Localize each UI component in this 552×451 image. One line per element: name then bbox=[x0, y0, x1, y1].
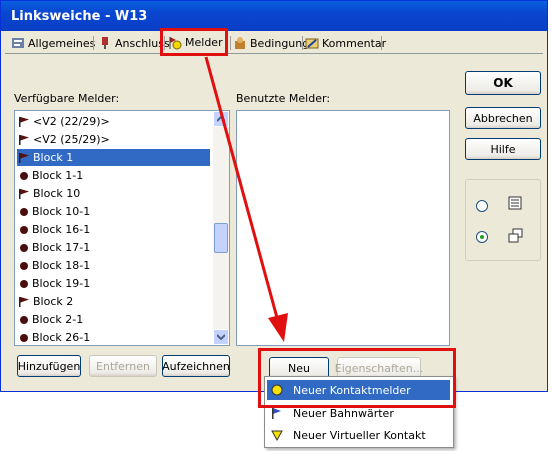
flag-icon bbox=[19, 116, 29, 127]
tab-allgemeines[interactable]: Allgemeines bbox=[11, 33, 95, 53]
list-item[interactable]: Block 16-1 bbox=[17, 221, 210, 238]
list-item[interactable]: Block 18-1 bbox=[17, 257, 210, 274]
list-item[interactable]: Block 1 bbox=[17, 149, 210, 166]
settings-icon bbox=[12, 38, 24, 48]
menu-item-virtueller-kontakt[interactable]: Neuer Virtueller Kontakt bbox=[267, 425, 450, 445]
chevron-down-icon bbox=[217, 334, 225, 340]
menu-item-label: Neuer Virtueller Kontakt bbox=[293, 428, 426, 442]
list-item[interactable]: <V2 (22/29)> bbox=[17, 113, 210, 130]
remove-button[interactable]: Entfernen bbox=[89, 355, 157, 377]
window-title: Linksweiche - W13 bbox=[11, 9, 148, 24]
list-item-label: Block 1 bbox=[33, 151, 74, 164]
available-listbox[interactable]: <V2 (22/29)> <V2 (25/29)> Block 1 Block 1-1… bbox=[14, 110, 230, 346]
scroll-down-button[interactable] bbox=[213, 329, 229, 345]
list-view-radio[interactable] bbox=[476, 200, 488, 212]
contact-dot-icon bbox=[20, 279, 28, 288]
contact-dot-icon bbox=[20, 333, 28, 342]
tab-anschluss[interactable]: Anschluss bbox=[98, 33, 170, 53]
list-item-label: Block 2 bbox=[33, 295, 74, 308]
contact-dot-icon bbox=[20, 315, 28, 324]
connector-icon bbox=[102, 37, 108, 49]
dialog-window: Linksweiche - W13 Allgemeines Anschluss … bbox=[0, 0, 548, 392]
title-bar[interactable]: Linksweiche - W13 bbox=[1, 1, 547, 31]
flag-icon bbox=[272, 408, 281, 419]
chevron-up-icon bbox=[217, 116, 225, 122]
tab-bar: Allgemeines Anschluss Melder Bedingung K… bbox=[5, 32, 545, 54]
flag-icon bbox=[19, 134, 29, 145]
tile-icon bbox=[508, 228, 523, 243]
list-item[interactable]: Block 2-1 bbox=[17, 311, 210, 328]
icon-view-radio[interactable] bbox=[476, 231, 488, 243]
flag-icon bbox=[19, 296, 29, 307]
list-item[interactable]: Block 19-1 bbox=[17, 275, 210, 292]
list-item[interactable]: Block 17-1 bbox=[17, 239, 210, 256]
list-item-label: Block 10-1 bbox=[32, 205, 91, 218]
scroll-thumb[interactable] bbox=[214, 223, 228, 253]
add-button[interactable]: Hinzufügen bbox=[17, 355, 81, 377]
used-label: Benutzte Melder: bbox=[236, 92, 331, 105]
tab-bedingung[interactable]: Bedingung bbox=[233, 33, 309, 53]
list-item[interactable]: Block 10-1 bbox=[17, 203, 210, 220]
tab-highlight-box bbox=[160, 28, 228, 56]
ok-button[interactable]: OK bbox=[465, 71, 541, 95]
contact-dot-icon bbox=[20, 207, 28, 216]
tab-kommentar[interactable]: Kommentar bbox=[305, 33, 386, 53]
condition-icon bbox=[235, 37, 245, 49]
tab-label: Kommentar bbox=[322, 36, 387, 50]
triangle-icon bbox=[271, 430, 283, 441]
list-item[interactable]: Block 26-1 bbox=[17, 329, 210, 346]
contact-dot-icon bbox=[20, 171, 28, 180]
list-item-label: Block 10 bbox=[33, 187, 81, 200]
menu-item-label: Neuer Bahnwärter bbox=[293, 406, 394, 420]
list-item-label: Block 26-1 bbox=[32, 331, 91, 344]
list-item-label: <V2 (22/29)> bbox=[33, 115, 110, 128]
list-item-label: Block 1-1 bbox=[32, 169, 84, 182]
available-label: Verfügbare Melder: bbox=[14, 92, 120, 105]
list-item-label: Block 19-1 bbox=[32, 277, 91, 290]
list-item[interactable]: Block 10 bbox=[17, 185, 210, 202]
used-listbox[interactable] bbox=[236, 110, 450, 346]
vertical-scrollbar[interactable] bbox=[213, 111, 229, 345]
scroll-up-button[interactable] bbox=[213, 111, 229, 127]
view-groupbox bbox=[465, 179, 541, 261]
list-item-label: Block 16-1 bbox=[32, 223, 91, 236]
contact-dot-icon bbox=[20, 243, 28, 252]
flag-icon bbox=[19, 152, 29, 163]
list-icon bbox=[508, 196, 522, 210]
flag-icon bbox=[19, 188, 29, 199]
cancel-button[interactable]: Abbrechen bbox=[465, 107, 541, 129]
list-item-label: Block 18-1 bbox=[32, 259, 91, 272]
tab-label: Allgemeines bbox=[28, 36, 96, 50]
contact-dot-icon bbox=[20, 225, 28, 234]
tab-panel-border bbox=[5, 53, 543, 54]
contact-dot-icon bbox=[20, 261, 28, 270]
menu-highlight-box bbox=[258, 348, 456, 408]
comment-icon bbox=[305, 38, 319, 49]
list-item[interactable]: <V2 (25/29)> bbox=[17, 131, 210, 148]
help-button[interactable]: Hilfe bbox=[465, 138, 541, 160]
list-item[interactable]: Block 2 bbox=[17, 293, 210, 310]
list-item-label: <V2 (25/29)> bbox=[33, 133, 110, 146]
record-button[interactable]: Aufzeichnen bbox=[162, 355, 230, 377]
list-item-label: Block 2-1 bbox=[32, 313, 84, 326]
list-item-label: Block 17-1 bbox=[32, 241, 91, 254]
tab-label: Bedingung bbox=[250, 36, 310, 50]
list-item[interactable]: Block 1-1 bbox=[17, 167, 210, 184]
